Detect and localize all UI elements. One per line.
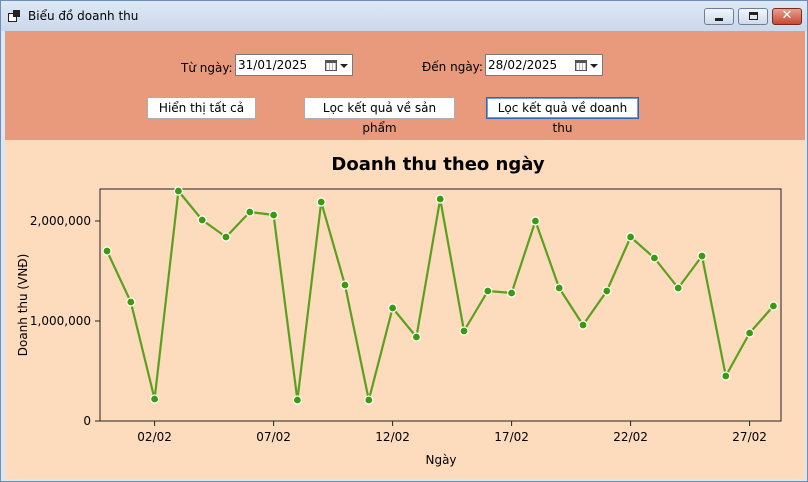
data-point — [744, 328, 755, 338]
data-point — [554, 283, 564, 293]
x-tick-label: 12/02 — [375, 430, 410, 444]
x-tick-label: 17/02 — [494, 430, 529, 444]
data-point — [340, 280, 350, 290]
data-point — [459, 326, 469, 336]
data-point — [221, 232, 231, 242]
show-all-button[interactable]: Hiển thị tất cả — [147, 97, 256, 119]
series-line — [106, 189, 775, 402]
data-point — [150, 394, 160, 404]
y-axis-label: Doanh thu (VNĐ) — [16, 254, 30, 357]
app-icon — [8, 10, 22, 23]
filter-revenue-button[interactable]: Lọc kết quả về doanh thu — [486, 97, 639, 135]
close-icon: ✕ — [781, 8, 793, 23]
x-axis: 02/02 07/02 12/02 17/02 22/02 27/02 — [137, 421, 767, 444]
x-axis-label: Ngày — [425, 453, 456, 467]
filter-toolbar: Từ ngày: 31/01/2025 Đến ngày: 28/02/2025… — [5, 31, 805, 140]
maximize-button[interactable] — [738, 8, 768, 25]
calendar-icon[interactable] — [575, 60, 587, 71]
data-point — [697, 251, 707, 261]
revenue-series — [102, 186, 779, 405]
calendar-icon[interactable] — [325, 60, 337, 71]
data-point — [649, 253, 660, 263]
data-point — [197, 215, 207, 225]
data-point — [245, 207, 255, 217]
maximize-icon — [749, 12, 758, 20]
data-point — [435, 194, 445, 204]
data-point — [602, 286, 612, 296]
to-date-picker[interactable]: 28/02/2025 — [485, 54, 603, 76]
data-point — [173, 186, 183, 196]
data-point — [102, 246, 112, 256]
revenue-chart-area: Doanh thu theo ngày 0 1,000,000 2,000,000 … — [5, 140, 805, 479]
window-title: Biểu đồ doanh thu — [28, 9, 139, 23]
data-point — [316, 197, 326, 207]
chevron-down-icon[interactable] — [590, 64, 598, 68]
from-date-value: 31/01/2025 — [238, 58, 308, 72]
data-point — [126, 297, 136, 307]
app-window: Biểu đồ doanh thu ✕ Từ ngày: 31/01/2025 … — [0, 0, 808, 482]
chart-title: Doanh thu theo ngày — [331, 154, 544, 175]
from-date-picker[interactable]: 31/01/2025 — [235, 54, 353, 76]
close-button[interactable]: ✕ — [772, 8, 802, 25]
data-point — [269, 210, 279, 220]
data-point — [483, 286, 493, 296]
data-point — [507, 288, 517, 298]
data-point — [388, 303, 398, 313]
data-point — [673, 283, 683, 293]
chevron-down-icon[interactable] — [340, 64, 348, 68]
from-date-label: Từ ngày: — [181, 61, 233, 75]
to-date-value: 28/02/2025 — [488, 58, 558, 72]
data-point — [721, 371, 731, 381]
y-tick-label: 0 — [83, 414, 91, 428]
x-tick-label: 07/02 — [256, 430, 291, 444]
y-tick-label: 2,000,000 — [30, 214, 91, 228]
data-point — [292, 395, 302, 405]
revenue-chart: Doanh thu theo ngày 01,000,0002,000,000 … — [16, 154, 782, 467]
data-point — [625, 232, 636, 242]
filter-product-button[interactable]: Lọc kết quả về sản phẩm — [304, 97, 455, 135]
y-tick-label: 1,000,000 — [30, 314, 91, 328]
to-date-label: Đến ngày: — [422, 60, 483, 74]
data-point — [578, 320, 588, 330]
data-point — [530, 216, 541, 226]
x-tick-label: 27/02 — [732, 430, 767, 444]
title-bar[interactable]: Biểu đồ doanh thu ✕ — [1, 1, 807, 31]
data-point — [411, 332, 421, 342]
data-point — [768, 301, 779, 311]
y-axis: 0 1,000,000 2,000,000 — [30, 214, 100, 428]
x-tick-label: 02/02 — [137, 430, 172, 444]
minimize-icon — [715, 18, 723, 21]
x-tick-label: 22/02 — [613, 430, 648, 444]
minimize-button[interactable] — [704, 8, 734, 25]
data-point — [364, 395, 374, 405]
